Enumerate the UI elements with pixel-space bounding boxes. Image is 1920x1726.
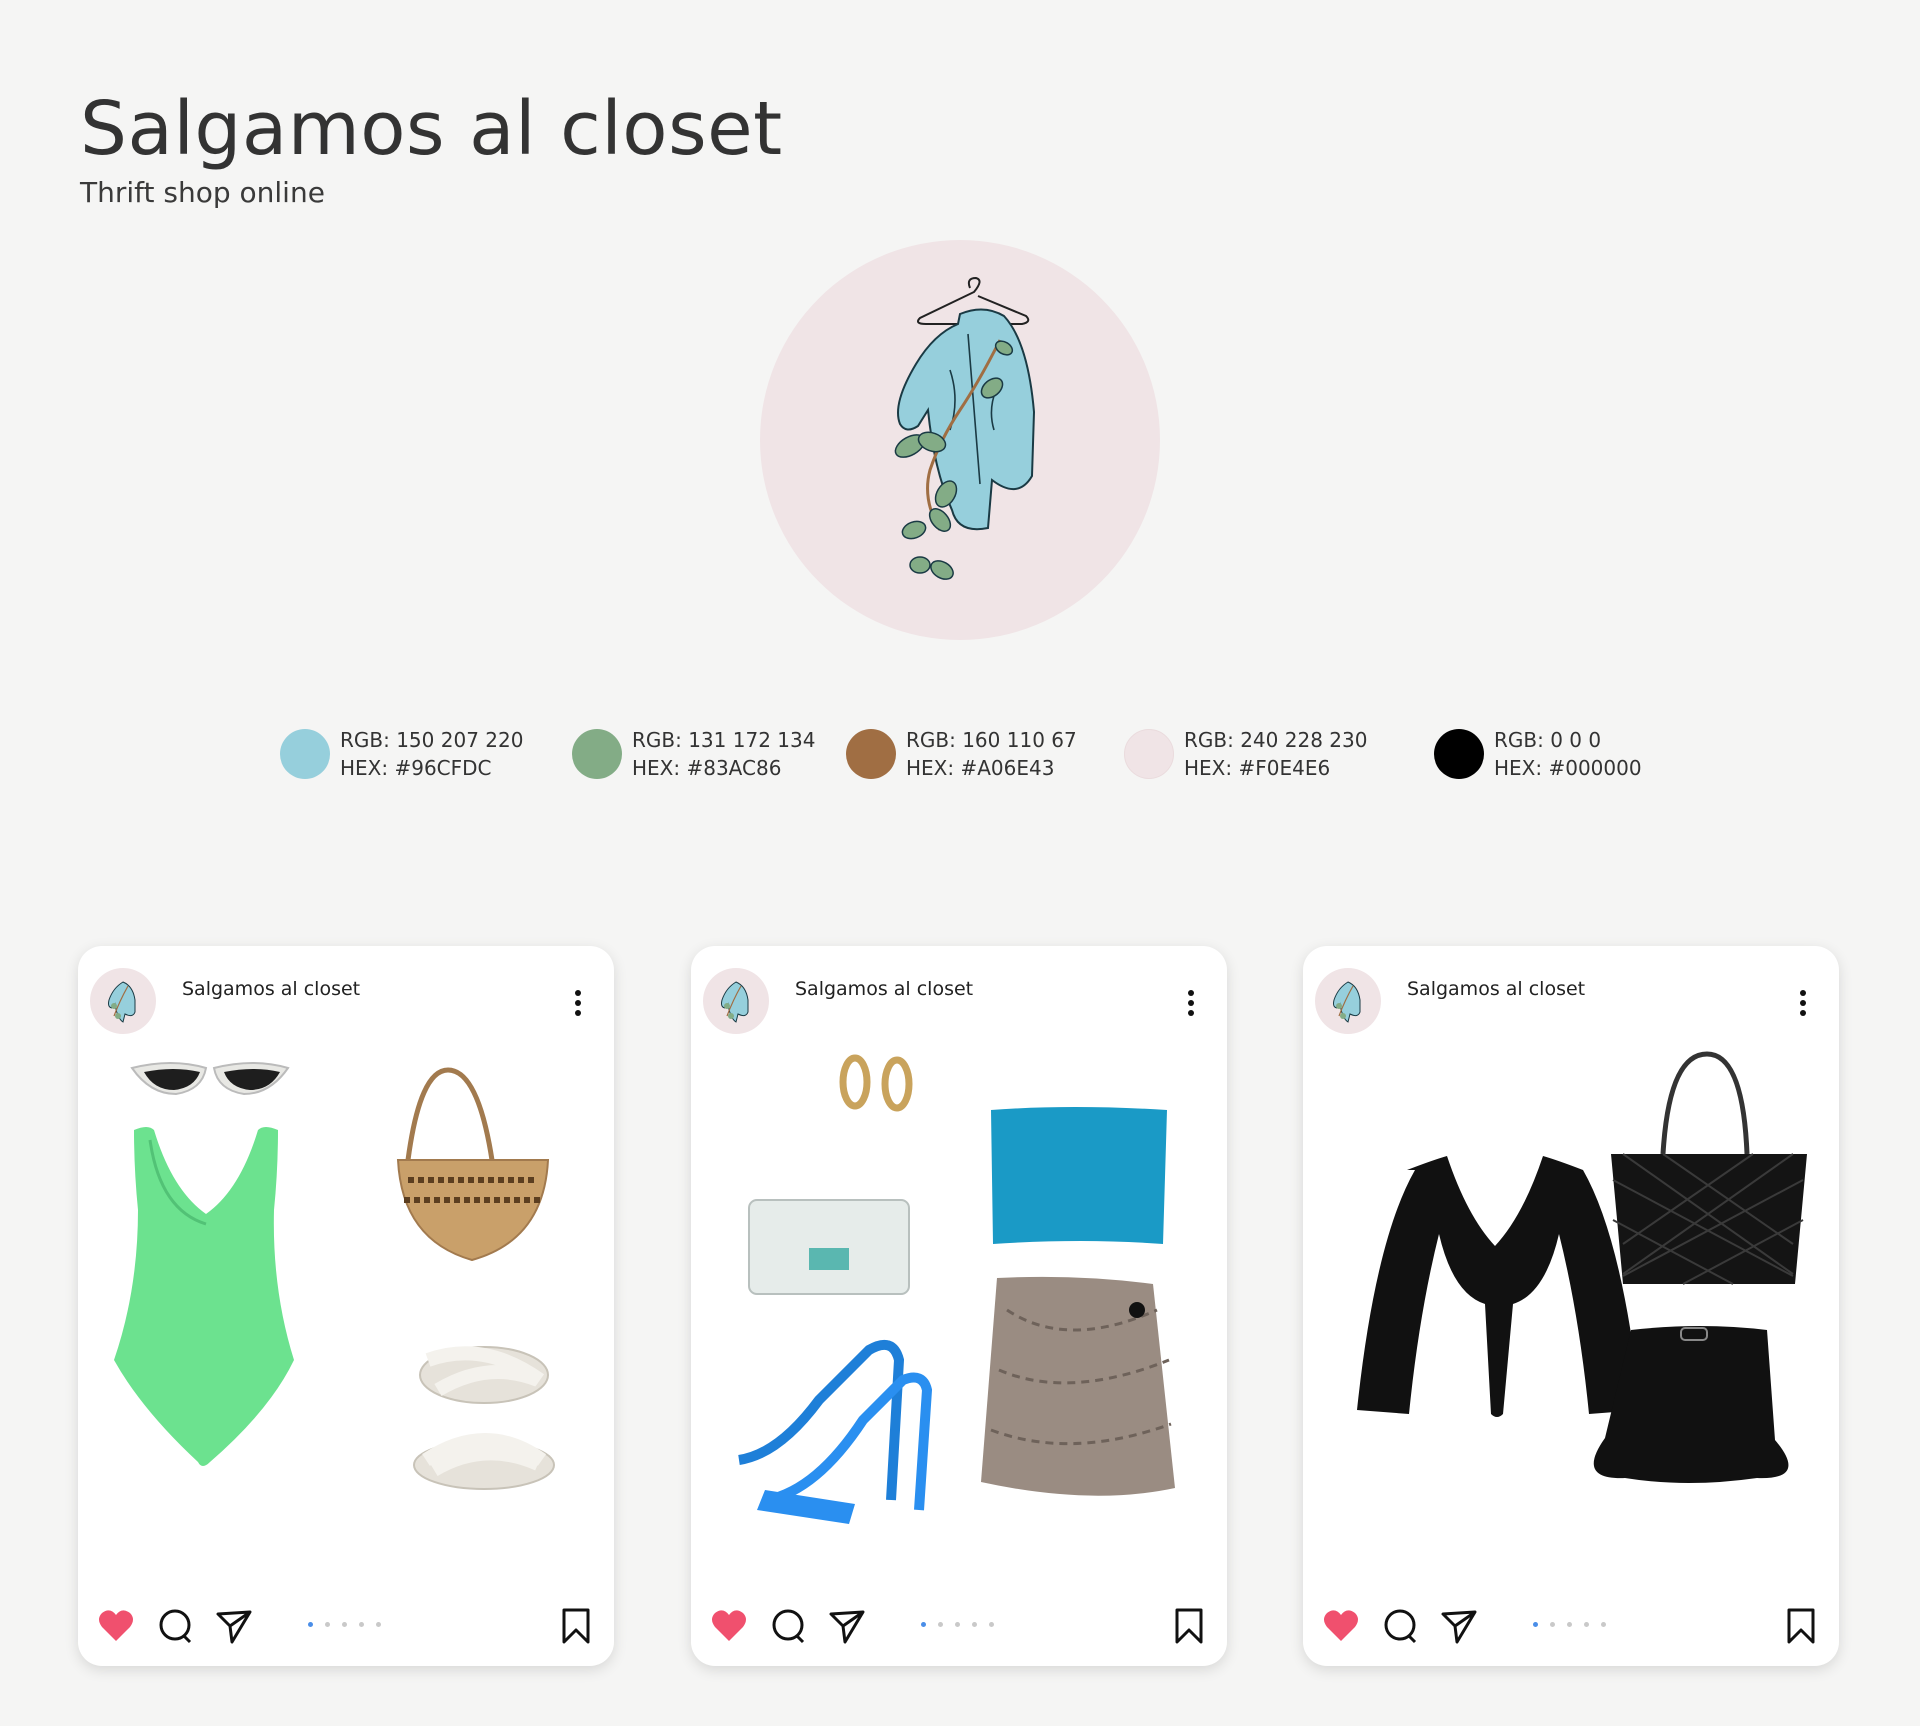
account-name[interactable]: Salgamos al closet (795, 978, 973, 1000)
avatar[interactable] (1315, 968, 1381, 1034)
swatch-pink: RGB: 240 228 230 HEX: #F0E4E6 (1124, 726, 1367, 782)
send-icon[interactable] (1439, 1606, 1479, 1646)
white-wallet (748, 1199, 910, 1295)
gold-hoop-earrings (839, 1054, 913, 1112)
comment-icon[interactable] (769, 1606, 809, 1646)
heart-icon[interactable] (709, 1606, 749, 1646)
post-actions (1303, 1606, 1839, 1650)
more-vertical-icon[interactable] (1179, 988, 1203, 1018)
heart-icon[interactable] (1321, 1606, 1361, 1646)
swatch-brown: RGB: 160 110 67 HEX: #A06E43 (846, 726, 1077, 782)
hex-label: HEX: #83AC86 (632, 756, 782, 780)
bookmark-icon[interactable] (1169, 1606, 1209, 1646)
carousel-indicator (921, 1622, 994, 1627)
post-card: Salgamos al closet (691, 946, 1227, 1666)
hex-label: HEX: #96CFDC (340, 756, 492, 780)
blue-heeled-sandals (738, 1339, 933, 1524)
black-quilted-tote (1611, 1051, 1807, 1285)
post-header: Salgamos al closet (1315, 968, 1827, 1038)
rgb-label: RGB: 150 207 220 (340, 728, 524, 752)
carousel-indicator (1533, 1622, 1606, 1627)
post-actions (78, 1606, 614, 1650)
hex-label: HEX: #000000 (1494, 756, 1642, 780)
bookmark-icon[interactable] (1781, 1606, 1821, 1646)
page-title: Salgamos al closet (80, 86, 783, 172)
rgb-label: RGB: 160 110 67 (906, 728, 1077, 752)
bookmark-icon[interactable] (556, 1606, 596, 1646)
rgb-label: RGB: 131 172 134 (632, 728, 816, 752)
more-vertical-icon[interactable] (1791, 988, 1815, 1018)
brand-logo (760, 240, 1160, 640)
post-header: Salgamos al closet (703, 968, 1215, 1038)
post-card: Salgamos al closet (1303, 946, 1839, 1666)
color-dot (1124, 729, 1174, 779)
color-dot (846, 729, 896, 779)
post-header: Salgamos al closet (90, 968, 602, 1038)
white-puffy-sandals (413, 1346, 555, 1490)
page-subtitle: Thrift shop online (80, 176, 325, 209)
post-card: Salgamos al closet (78, 946, 614, 1666)
post-image[interactable] (78, 1050, 614, 1550)
account-name[interactable]: Salgamos al closet (182, 978, 360, 1000)
color-dot (280, 729, 330, 779)
send-icon[interactable] (827, 1606, 867, 1646)
rgb-label: RGB: 0 0 0 (1494, 728, 1602, 752)
swatch-green: RGB: 131 172 134 HEX: #83AC86 (572, 726, 815, 782)
green-swimsuit (114, 1127, 294, 1466)
brand-board: Salgamos al closet Thrift shop online RG… (0, 0, 1920, 1726)
send-icon[interactable] (214, 1606, 254, 1646)
hex-label: HEX: #F0E4E6 (1184, 756, 1331, 780)
wicker-basket-bag (396, 1067, 550, 1262)
swatch-blue: RGB: 150 207 220 HEX: #96CFDC (280, 726, 523, 782)
avatar[interactable] (703, 968, 769, 1034)
post-actions (691, 1606, 1227, 1650)
color-dot (1434, 729, 1484, 779)
avatar[interactable] (90, 968, 156, 1034)
blue-tube-top (991, 1107, 1167, 1244)
carousel-indicator (308, 1622, 381, 1627)
black-tie-top (1357, 1156, 1641, 1417)
hex-label: HEX: #A06E43 (906, 756, 1055, 780)
cat-eye-sunglasses (130, 1062, 290, 1096)
heart-icon[interactable] (96, 1606, 136, 1646)
comment-icon[interactable] (156, 1606, 196, 1646)
account-name[interactable]: Salgamos al closet (1407, 978, 1585, 1000)
color-dot (572, 729, 622, 779)
color-palette: RGB: 150 207 220 HEX: #96CFDC RGB: 131 17… (0, 726, 1920, 786)
more-vertical-icon[interactable] (566, 988, 590, 1018)
rgb-label: RGB: 240 228 230 (1184, 728, 1368, 752)
comment-icon[interactable] (1381, 1606, 1421, 1646)
swatch-black: RGB: 0 0 0 HEX: #000000 (1434, 726, 1642, 782)
snakeskin-skort (981, 1276, 1175, 1496)
post-image[interactable] (1303, 1050, 1839, 1550)
post-image[interactable] (691, 1050, 1227, 1550)
